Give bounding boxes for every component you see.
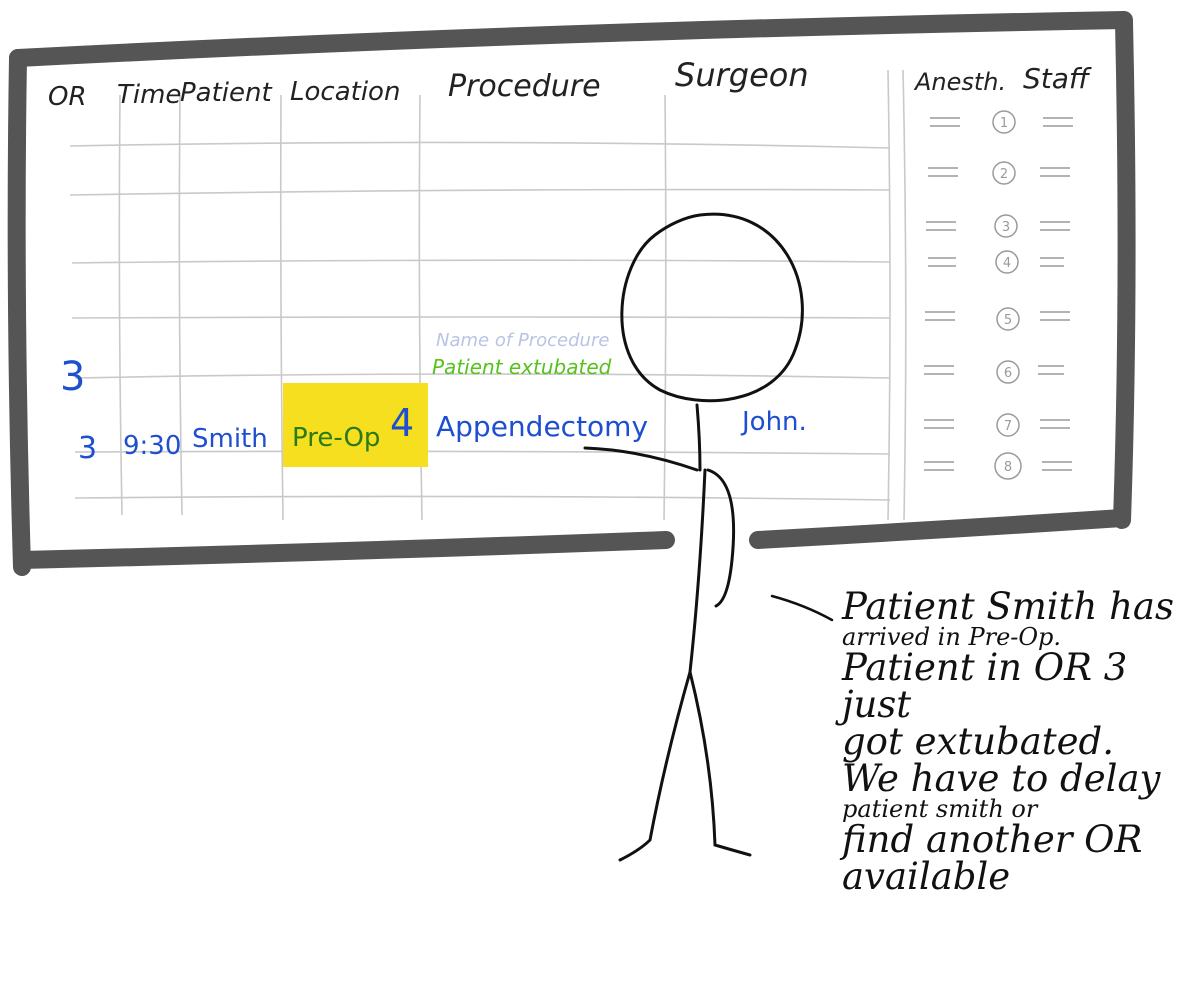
board-headers: OR Time Patient Location Procedure Surge… — [48, 56, 1092, 112]
figure-arm-down — [706, 468, 736, 608]
header-time: Time — [117, 80, 181, 110]
staff-number: 3 — [1002, 220, 1010, 235]
row-patient: Smith — [192, 424, 268, 454]
header-staff: Staff — [1023, 62, 1092, 95]
figure-body — [688, 468, 707, 674]
staff-slot-numbers: 1 2 3 4 5 6 7 8 — [1000, 116, 1012, 475]
staff-slot — [925, 307, 1070, 331]
staff-number: 5 — [1004, 313, 1012, 328]
staff-slot — [924, 413, 1070, 437]
figure-leg-right — [688, 670, 752, 857]
speech-note: Patient Smith has arrived in Pre-Op. Pat… — [842, 588, 1192, 895]
row-location: Pre-Op — [292, 423, 380, 453]
or-number: 3 — [60, 354, 85, 400]
row-time: 9:30 — [123, 431, 181, 461]
note-line: got extubated. — [842, 720, 1115, 763]
staff-slot — [924, 452, 1072, 480]
header-patient: Patient — [180, 78, 273, 108]
staff-number: 7 — [1004, 419, 1012, 434]
note-line: We have to delay — [842, 757, 1161, 800]
row-surgeon: John. — [740, 407, 807, 437]
note-line: find another OR — [842, 818, 1143, 861]
staff-slot — [924, 360, 1064, 384]
figure-neck — [695, 403, 702, 472]
figure-head — [620, 212, 804, 403]
header-procedure: Procedure — [448, 69, 601, 104]
row-procedure: Appendectomy — [436, 410, 648, 443]
staff-number: 8 — [1004, 460, 1012, 475]
header-anesthesia: Anesth. — [913, 68, 1006, 96]
staff-number: 6 — [1004, 366, 1012, 381]
header-or: OR — [48, 82, 87, 112]
figure-leg-left — [618, 670, 692, 862]
row-room: 4 — [390, 401, 414, 445]
header-surgeon: Surgeon — [675, 56, 809, 94]
staff-number: 2 — [1000, 167, 1008, 182]
header-location: Location — [290, 77, 400, 107]
staff-number: 1 — [1000, 116, 1008, 131]
note-line: available — [842, 855, 1011, 898]
staff-number: 4 — [1003, 256, 1011, 271]
staff-slots — [924, 110, 1073, 480]
status-extubated: Patient extubated — [432, 355, 612, 379]
procedure-placeholder: Name of Procedure — [436, 330, 609, 351]
staff-slot — [928, 250, 1064, 274]
note-line: Patient in OR 3 just — [842, 646, 1128, 726]
note-line: Patient Smith has — [842, 585, 1174, 628]
staff-slot — [926, 214, 1070, 238]
whiteboard: OR Time Patient Location Procedure Surge… — [7, 11, 1136, 576]
row-or: 3 — [78, 431, 97, 466]
speech-tick — [770, 594, 834, 622]
